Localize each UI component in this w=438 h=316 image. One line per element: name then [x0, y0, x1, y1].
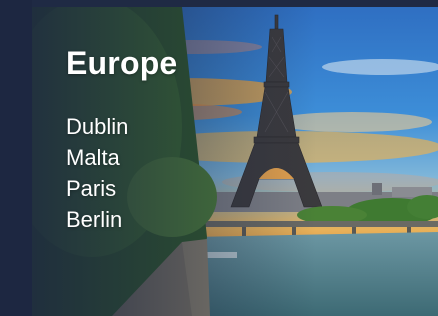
city-item-paris: Paris: [66, 176, 117, 201]
card-text-block: Europe Dublin Malta Paris Berlin: [66, 45, 177, 235]
city-item-berlin: Berlin: [66, 207, 123, 232]
left-margin: [0, 0, 32, 316]
destination-card-europe[interactable]: Europe Dublin Malta Paris Berlin: [32, 7, 438, 316]
city-list: Dublin Malta Paris Berlin: [66, 111, 177, 235]
city-item-dublin: Dublin: [66, 114, 129, 139]
card-title: Europe: [66, 45, 178, 81]
top-bar: [0, 0, 438, 7]
city-item-malta: Malta: [66, 145, 120, 170]
